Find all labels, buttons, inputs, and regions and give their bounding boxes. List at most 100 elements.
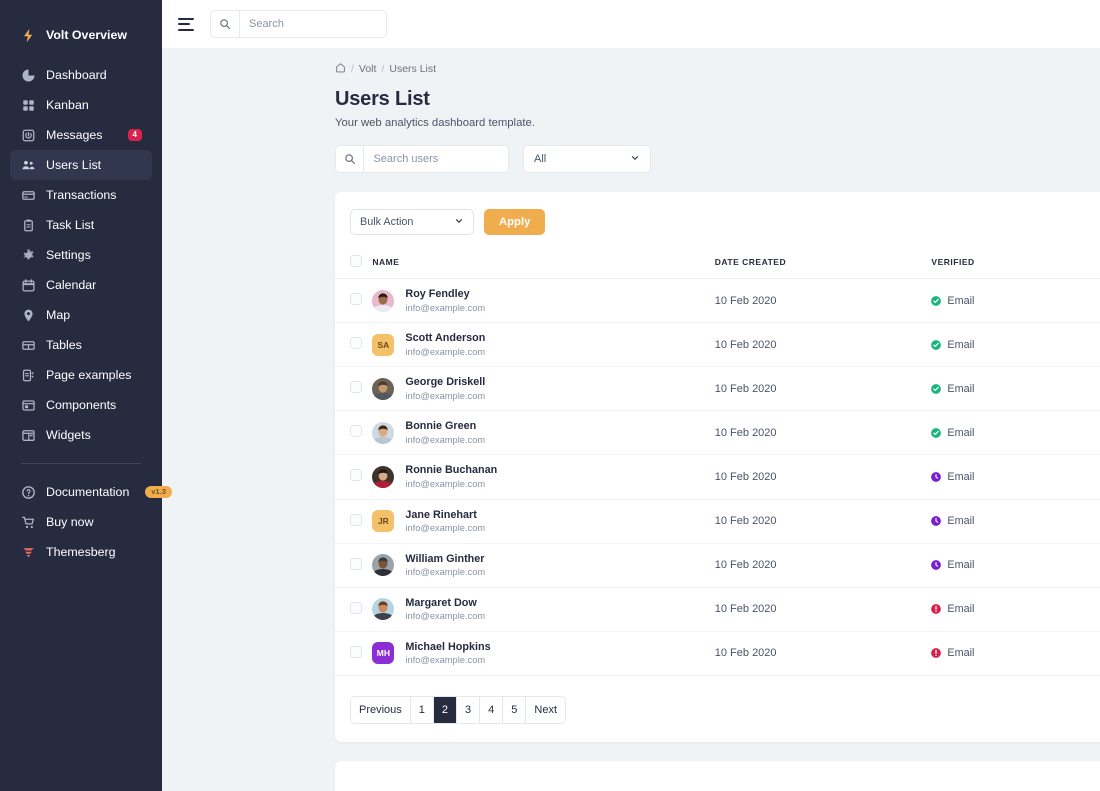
sidebar-item-kanban[interactable]: Kanban bbox=[10, 90, 152, 120]
date-created-cell: 10 Feb 2020 bbox=[715, 543, 932, 587]
verified-label: Email bbox=[947, 603, 974, 615]
components-icon bbox=[21, 398, 36, 413]
table-row[interactable]: Ronnie Buchananinfo@example.com10 Feb 20… bbox=[335, 455, 1100, 499]
sidebar-item-calendar[interactable]: Calendar bbox=[10, 270, 152, 300]
select-all-checkbox[interactable] bbox=[350, 255, 362, 267]
pagination-next[interactable]: Next bbox=[526, 697, 565, 723]
verified-cell: Email bbox=[931, 323, 1100, 367]
breadcrumb-item-volt[interactable]: Volt bbox=[359, 63, 377, 75]
sidebar-item-dashboard[interactable]: Dashboard bbox=[10, 60, 152, 90]
sidebar-item-documentation[interactable]: Documentationv1.3 bbox=[10, 477, 152, 507]
verified-cell: Email bbox=[931, 455, 1100, 499]
menu-toggle-icon[interactable] bbox=[178, 18, 194, 31]
users-search-input[interactable] bbox=[364, 153, 508, 165]
verified-cell: Email bbox=[931, 279, 1100, 323]
row-checkbox[interactable] bbox=[350, 602, 362, 614]
sidebar-item-buy-now[interactable]: Buy now bbox=[10, 507, 152, 537]
calendar-icon bbox=[21, 278, 36, 293]
apply-button[interactable]: Apply bbox=[484, 209, 545, 235]
breadcrumb: / Volt / Users List bbox=[162, 48, 1100, 76]
clipboard-icon bbox=[21, 218, 36, 233]
sidebar-item-widgets[interactable]: Widgets bbox=[10, 420, 152, 450]
pagination-page-2[interactable]: 2 bbox=[434, 697, 457, 723]
avatar-initials: SA bbox=[377, 340, 389, 350]
date-created-cell: 10 Feb 2020 bbox=[715, 587, 932, 631]
column-header-date-created: DATE CREATED bbox=[715, 247, 932, 279]
clock-circle-icon bbox=[931, 516, 941, 526]
sidebar-item-transactions[interactable]: Transactions bbox=[10, 180, 152, 210]
verified-label: Email bbox=[947, 559, 974, 571]
breadcrumb-item-users-list[interactable]: Users List bbox=[389, 63, 436, 75]
clock-circle-icon bbox=[931, 472, 941, 482]
pagination-page-5[interactable]: 5 bbox=[503, 697, 526, 723]
row-checkbox[interactable] bbox=[350, 646, 362, 658]
pagination-page-4[interactable]: 4 bbox=[480, 697, 503, 723]
table-row[interactable]: William Gintherinfo@example.com10 Feb 20… bbox=[335, 543, 1100, 587]
table-row[interactable]: SAScott Andersoninfo@example.com10 Feb 2… bbox=[335, 323, 1100, 367]
avatar: MH bbox=[372, 642, 394, 664]
column-header-select bbox=[335, 247, 372, 279]
row-checkbox[interactable] bbox=[350, 425, 362, 437]
themesberg-logo-icon bbox=[21, 545, 36, 560]
breadcrumb-separator-2: / bbox=[381, 63, 384, 75]
sidebar-brand[interactable]: Volt Overview bbox=[10, 20, 152, 50]
user-email: info@example.com bbox=[405, 478, 497, 491]
table-row[interactable]: MHMichael Hopkinsinfo@example.com10 Feb … bbox=[335, 631, 1100, 675]
verified-label: Email bbox=[947, 427, 974, 439]
date-created-cell: 10 Feb 2020 bbox=[715, 499, 932, 543]
avatar-initials: MH bbox=[377, 648, 390, 658]
users-filter-select[interactable]: All bbox=[523, 145, 651, 173]
user-cell: George Driskellinfo@example.com bbox=[372, 367, 714, 411]
user-name: Jane Rinehart bbox=[405, 508, 485, 523]
breadcrumb-separator-1: / bbox=[351, 63, 354, 75]
home-icon[interactable] bbox=[335, 62, 346, 76]
user-email: info@example.com bbox=[405, 654, 490, 667]
table-row[interactable]: George Driskellinfo@example.com10 Feb 20… bbox=[335, 367, 1100, 411]
pages-icon bbox=[21, 368, 36, 383]
row-checkbox[interactable] bbox=[350, 514, 362, 526]
sidebar-item-users-list[interactable]: Users List bbox=[10, 150, 152, 180]
table-row[interactable]: Roy Fendleyinfo@example.com10 Feb 2020Em… bbox=[335, 279, 1100, 323]
row-checkbox[interactable] bbox=[350, 381, 362, 393]
verified-label: Email bbox=[947, 471, 974, 483]
sidebar-item-page-examples[interactable]: Page examples bbox=[10, 360, 152, 390]
pagination-page-3[interactable]: 3 bbox=[457, 697, 480, 723]
row-checkbox[interactable] bbox=[350, 337, 362, 349]
verified-label: Email bbox=[947, 647, 974, 659]
global-search-input[interactable] bbox=[240, 18, 386, 30]
sidebar-item-themesberg[interactable]: Themesberg bbox=[10, 537, 152, 567]
user-email: info@example.com bbox=[405, 302, 485, 315]
row-checkbox[interactable] bbox=[350, 293, 362, 305]
message-count-badge: 4 bbox=[128, 129, 142, 141]
sidebar-item-tables[interactable]: Tables bbox=[10, 330, 152, 360]
row-checkbox[interactable] bbox=[350, 558, 362, 570]
bulk-action-select[interactable]: Bulk Action bbox=[350, 209, 474, 235]
user-name: Scott Anderson bbox=[405, 331, 485, 346]
user-email: info@example.com bbox=[405, 390, 485, 403]
user-name: Margaret Dow bbox=[405, 596, 485, 611]
sidebar-item-messages[interactable]: Messages4 bbox=[10, 120, 152, 150]
table-icon bbox=[21, 338, 36, 353]
users-search[interactable] bbox=[335, 145, 509, 173]
table-row[interactable]: Margaret Dowinfo@example.com10 Feb 2020E… bbox=[335, 587, 1100, 631]
sidebar-item-label: Buy now bbox=[46, 515, 94, 529]
search-icon bbox=[336, 146, 364, 172]
sidebar-item-settings[interactable]: Settings bbox=[10, 240, 152, 270]
row-checkbox[interactable] bbox=[350, 469, 362, 481]
pagination-page-1[interactable]: 1 bbox=[411, 697, 434, 723]
sidebar-item-task-list[interactable]: Task List bbox=[10, 210, 152, 240]
avatar bbox=[372, 422, 394, 444]
sidebar-item-label: Calendar bbox=[46, 278, 96, 292]
map-pin-icon bbox=[21, 308, 36, 323]
table-row[interactable]: Bonnie Greeninfo@example.com10 Feb 2020E… bbox=[335, 411, 1100, 455]
sidebar-item-label: Components bbox=[46, 398, 116, 412]
main-area: / Volt / Users List Users List Your web … bbox=[162, 0, 1100, 791]
pagination: Previous12345Next bbox=[350, 696, 566, 724]
question-circle-icon bbox=[21, 485, 36, 500]
sidebar-item-map[interactable]: Map bbox=[10, 300, 152, 330]
table-row[interactable]: JRJane Rinehartinfo@example.com10 Feb 20… bbox=[335, 499, 1100, 543]
pagination-previous[interactable]: Previous bbox=[351, 697, 411, 723]
user-email: info@example.com bbox=[405, 346, 485, 359]
sidebar-item-components[interactable]: Components bbox=[10, 390, 152, 420]
global-search[interactable] bbox=[210, 10, 387, 38]
